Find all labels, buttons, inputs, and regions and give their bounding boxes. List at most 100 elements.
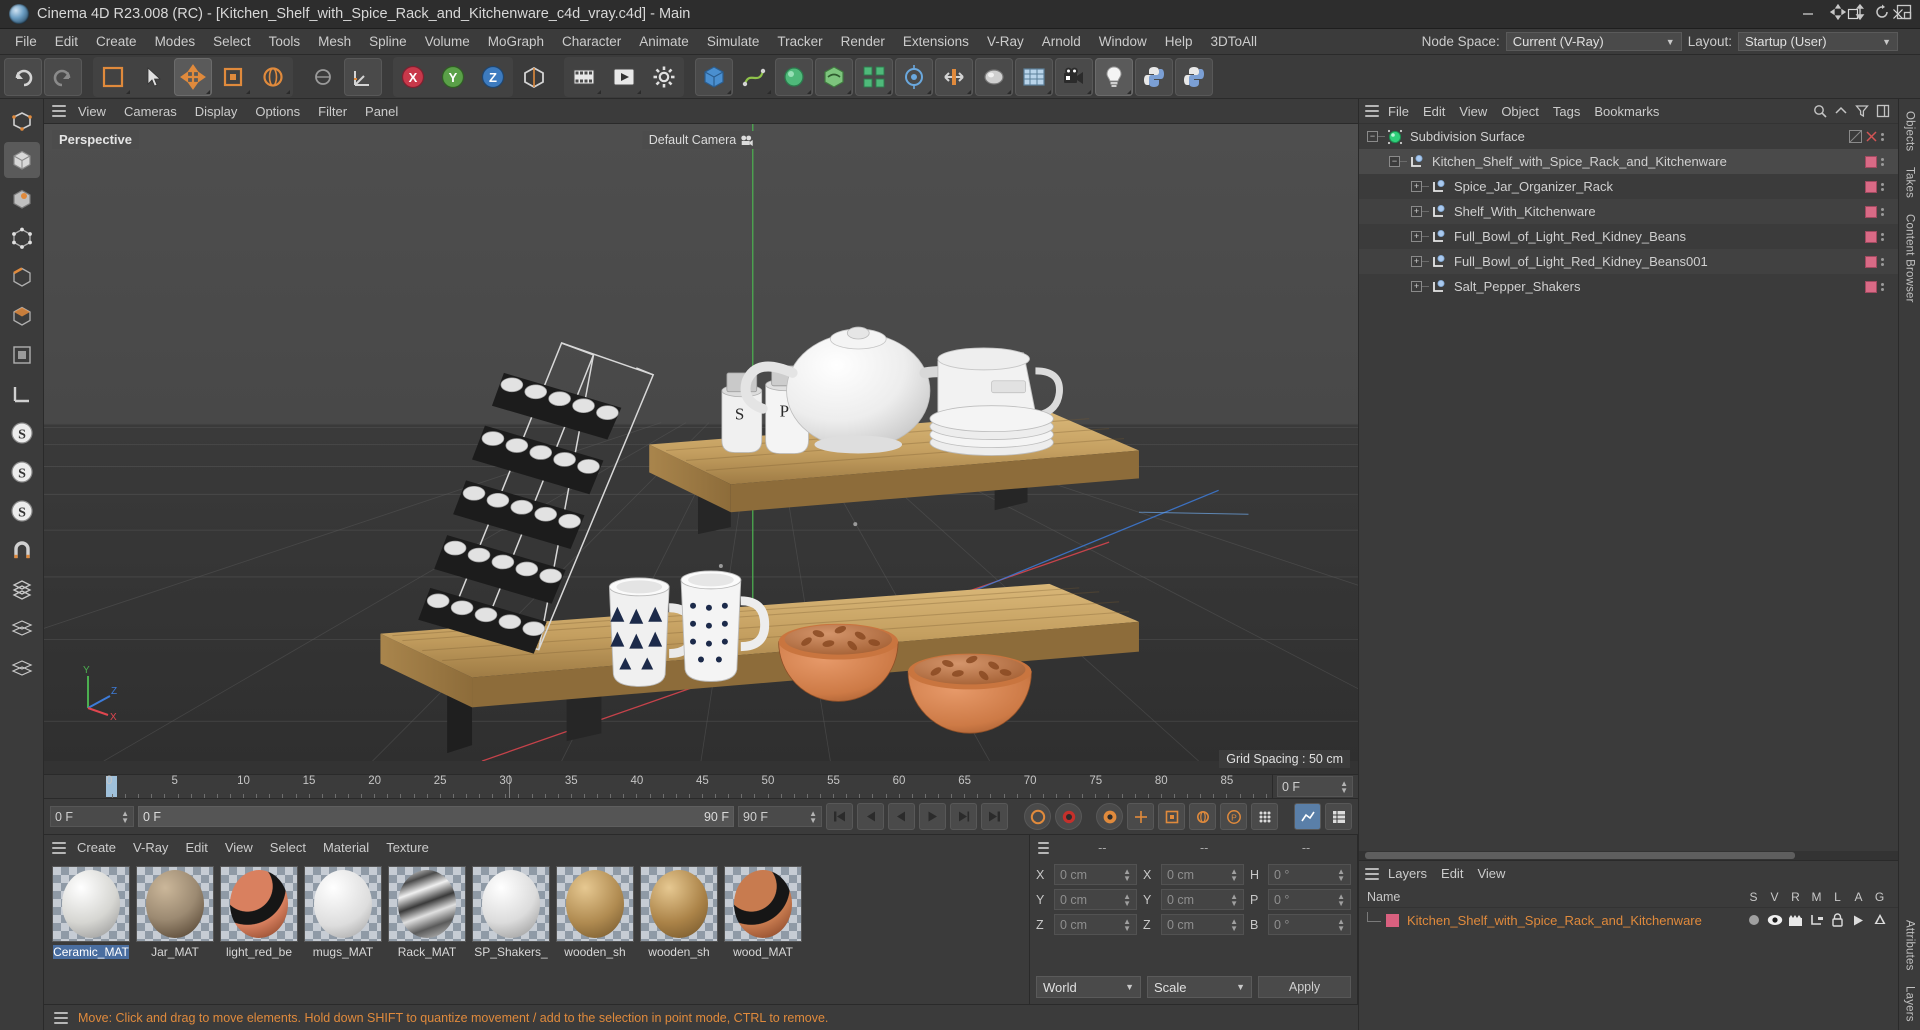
- python-script-button[interactable]: [1135, 57, 1173, 96]
- object-tree[interactable]: − Subdivision Surface − Kitchen_Shelf_with_…: [1359, 124, 1898, 851]
- menu-mograph[interactable]: MoGraph: [479, 31, 553, 52]
- edges-mode-button[interactable]: [4, 259, 40, 295]
- generator-button[interactable]: [775, 57, 813, 96]
- menu-extensions[interactable]: Extensions: [894, 31, 978, 52]
- filter-icon[interactable]: [1855, 104, 1869, 118]
- collapse-toggle[interactable]: −: [1389, 156, 1400, 167]
- points-mode-button[interactable]: [4, 220, 40, 256]
- polygon-pen-button[interactable]: [4, 610, 40, 646]
- global-local-axis-button[interactable]: [344, 57, 382, 96]
- visibility-dots-icon[interactable]: [1881, 157, 1884, 166]
- dock-tab-objects[interactable]: Objects: [1902, 103, 1918, 159]
- scale-key-button[interactable]: [1158, 803, 1185, 830]
- layer-menu-view[interactable]: View: [1470, 863, 1512, 884]
- expand-toggle[interactable]: +: [1411, 206, 1422, 217]
- material-tag-icon[interactable]: [1865, 205, 1877, 218]
- manager-icon[interactable]: [1806, 913, 1827, 927]
- material-thumbnail[interactable]: [640, 866, 718, 942]
- spinner-icon[interactable]: ▲ ▼: [1337, 917, 1345, 932]
- expand-toggle[interactable]: +: [1411, 231, 1422, 242]
- keyframe-list-button[interactable]: [1325, 803, 1352, 830]
- menu-simulate[interactable]: Simulate: [698, 31, 769, 52]
- cursor-tool-button[interactable]: [134, 58, 172, 96]
- deformer-mode-button[interactable]: [4, 571, 40, 607]
- material-item[interactable]: Rack_MAT: [388, 866, 466, 998]
- transform-mode-select[interactable]: Scale ▼: [1147, 976, 1252, 998]
- menu-render[interactable]: Render: [832, 31, 894, 52]
- parameter-key-button[interactable]: P: [1220, 803, 1247, 830]
- rotation-key-button[interactable]: [1189, 803, 1216, 830]
- quantize-button[interactable]: S: [4, 493, 40, 529]
- spinner-icon[interactable]: ▲ ▼: [1230, 892, 1238, 907]
- viewport-menu-display[interactable]: Display: [187, 101, 246, 122]
- current-frame-field[interactable]: 0 F ▲ ▼: [1277, 776, 1353, 797]
- record-active-objects-button[interactable]: [1096, 803, 1123, 830]
- menu-create[interactable]: Create: [87, 31, 146, 52]
- animation-icon[interactable]: [1848, 913, 1869, 927]
- material-thumbnail[interactable]: [388, 866, 466, 942]
- object-menu-file[interactable]: File: [1381, 101, 1416, 122]
- render-view-button[interactable]: [565, 58, 603, 96]
- material-tag-icon[interactable]: [1865, 155, 1877, 168]
- spinner-icon[interactable]: ▲ ▼: [1123, 867, 1131, 882]
- world-object-toggle-button[interactable]: [515, 58, 553, 96]
- magnet-tool-button[interactable]: [4, 532, 40, 568]
- menu-character[interactable]: Character: [553, 31, 630, 52]
- material-tag-icon[interactable]: [1865, 255, 1877, 268]
- menu-vray[interactable]: V-Ray: [978, 31, 1033, 52]
- coordinates-hamburger-icon[interactable]: [1036, 841, 1051, 854]
- material-item[interactable]: wood_MAT: [724, 866, 802, 998]
- size-z-field[interactable]: 0 cm ▲ ▼: [1161, 914, 1244, 935]
- material-thumbnail[interactable]: [136, 866, 214, 942]
- layer-menu-layers[interactable]: Layers: [1381, 863, 1434, 884]
- menu-3dtoall[interactable]: 3DToAll: [1202, 31, 1267, 52]
- layer-color-swatch[interactable]: [1386, 913, 1399, 927]
- menu-select[interactable]: Select: [204, 31, 260, 52]
- play-button[interactable]: [919, 803, 946, 830]
- menu-modes[interactable]: Modes: [146, 31, 205, 52]
- layout-select[interactable]: Startup (User) ▼: [1738, 32, 1898, 51]
- field-button[interactable]: [935, 57, 973, 96]
- viewport-menu-filter[interactable]: Filter: [310, 101, 355, 122]
- play-backward-button[interactable]: [888, 803, 915, 830]
- layer-row[interactable]: Kitchen_Shelf_with_Spice_Rack_and_Kitche…: [1359, 908, 1898, 932]
- select-tool-button[interactable]: [94, 58, 132, 96]
- object-tree-row[interactable]: + Shelf_With_Kitchenware: [1359, 199, 1898, 224]
- spinner-icon[interactable]: ▲ ▼: [1334, 779, 1348, 794]
- object-tree-row[interactable]: + Spice_Jar_Organizer_Rack: [1359, 174, 1898, 199]
- material-tag-icon[interactable]: [1865, 280, 1877, 293]
- undo-button[interactable]: [4, 57, 42, 96]
- menu-file[interactable]: File: [6, 31, 46, 52]
- menu-arnold[interactable]: Arnold: [1033, 31, 1090, 52]
- lock-x-axis-button[interactable]: X: [394, 58, 432, 96]
- object-menu-edit[interactable]: Edit: [1416, 101, 1452, 122]
- deformer-button[interactable]: [815, 57, 853, 96]
- render-to-picture-viewer-button[interactable]: [605, 58, 643, 96]
- step-back-button[interactable]: [857, 803, 884, 830]
- zoom-view-icon[interactable]: [1852, 4, 1868, 20]
- material-thumbnail[interactable]: [556, 866, 634, 942]
- dock-tab-content-browser[interactable]: Content Browser: [1902, 206, 1918, 311]
- scale-tool-button[interactable]: [214, 58, 252, 96]
- spinner-icon[interactable]: ▲ ▼: [115, 809, 129, 824]
- dock-tab-attributes[interactable]: Attributes: [1902, 912, 1918, 979]
- menu-tracker[interactable]: Tracker: [768, 31, 831, 52]
- texture-mode-button[interactable]: [4, 181, 40, 217]
- end-frame-field[interactable]: 90 F ▲ ▼: [738, 806, 822, 827]
- menu-tools[interactable]: Tools: [260, 31, 310, 52]
- object-menu-view[interactable]: View: [1452, 101, 1494, 122]
- node-space-select[interactable]: Current (V-Ray) ▼: [1505, 32, 1682, 51]
- timeline-ticks[interactable]: 051015202530354045505560657075808590: [44, 775, 1272, 798]
- viewport-menu-hamburger-icon[interactable]: [50, 105, 68, 117]
- spline-pen-button[interactable]: [735, 58, 773, 96]
- spinner-icon[interactable]: ▲ ▼: [803, 809, 817, 824]
- rotation-h-field[interactable]: 0 ° ▲ ▼: [1268, 864, 1351, 885]
- python-generator-button[interactable]: [1175, 57, 1213, 96]
- search-icon[interactable]: [1813, 104, 1827, 118]
- viewport-menu-panel[interactable]: Panel: [357, 101, 406, 122]
- material-thumbnail[interactable]: [724, 866, 802, 942]
- material-item[interactable]: wooden_sh: [640, 866, 718, 998]
- material-menu-hamburger-icon[interactable]: [50, 841, 68, 854]
- dock-tab-layers[interactable]: Layers: [1902, 978, 1918, 1030]
- object-tree-row[interactable]: + Salt_Pepper_Shakers: [1359, 274, 1898, 299]
